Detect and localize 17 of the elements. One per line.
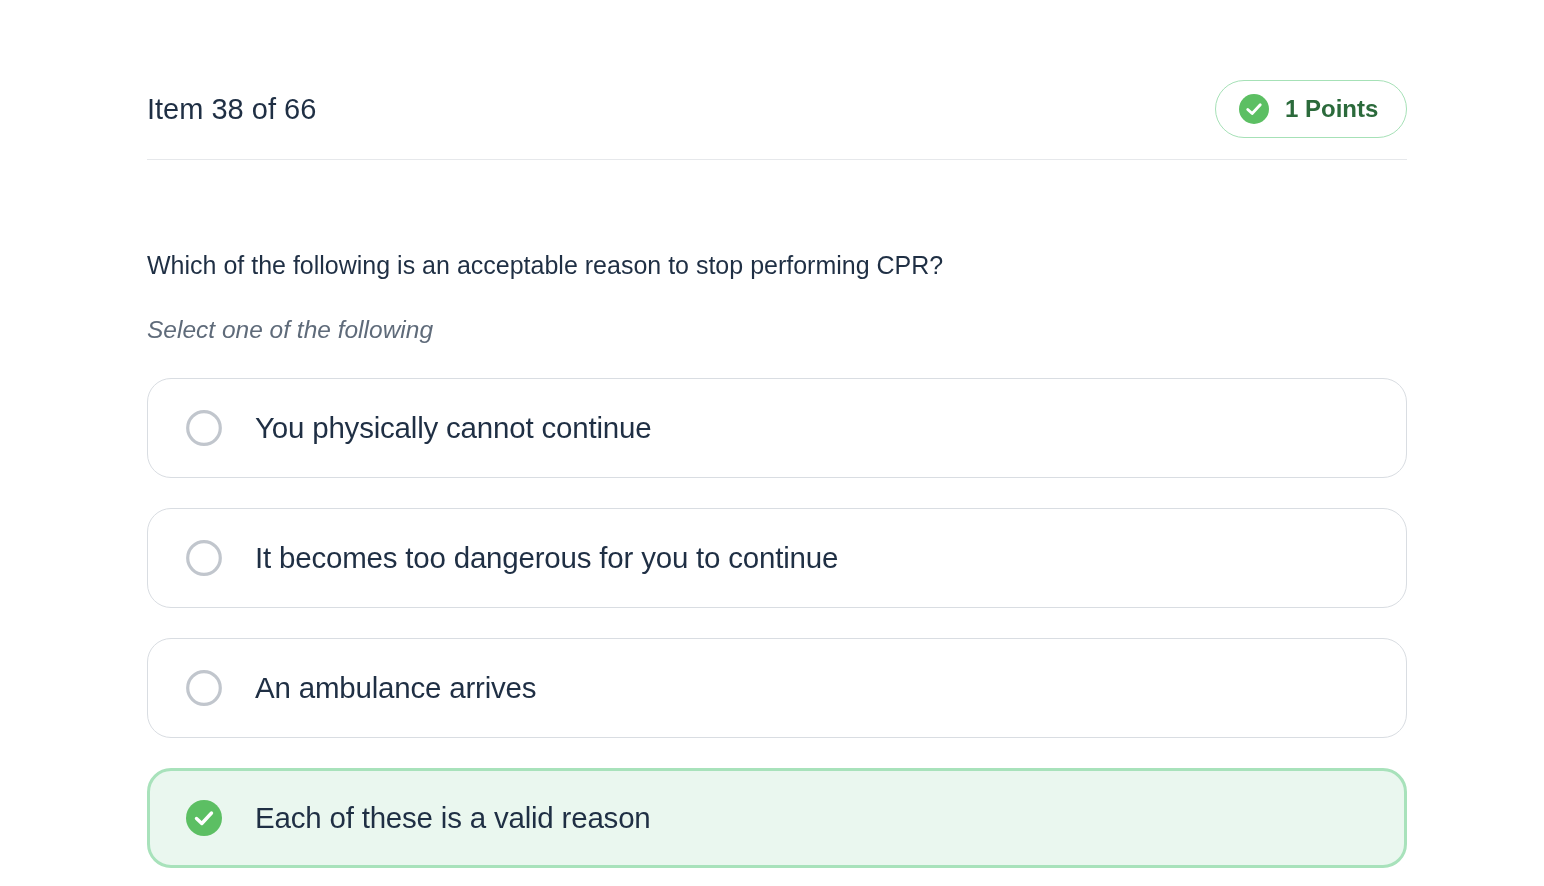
radio-icon[interactable] (186, 410, 222, 446)
answer-option[interactable]: Each of these is a valid reason (147, 768, 1407, 868)
answer-option[interactable]: It becomes too dangerous for you to continue (147, 508, 1407, 608)
option-label: Each of these is a valid reason (255, 801, 651, 835)
answer-option[interactable]: You physically cannot continue (147, 378, 1407, 478)
points-label: 1 Points (1285, 95, 1379, 123)
option-label: You physically cannot continue (255, 411, 652, 445)
instruction-text: Select one of the following (147, 315, 435, 345)
check-circle-icon[interactable] (186, 800, 222, 836)
option-label: An ambulance arrives (255, 671, 537, 705)
radio-icon[interactable] (186, 670, 222, 706)
option-label: It becomes too dangerous for you to continue (255, 541, 839, 575)
question-text: Which of the following is an acceptable reason to stop performing CPR? (147, 250, 945, 281)
item-counter: Item 38 of 66 (147, 92, 317, 126)
check-circle-icon (1239, 94, 1269, 124)
radio-icon[interactable] (186, 540, 222, 576)
answer-option[interactable]: An ambulance arrives (147, 638, 1407, 738)
